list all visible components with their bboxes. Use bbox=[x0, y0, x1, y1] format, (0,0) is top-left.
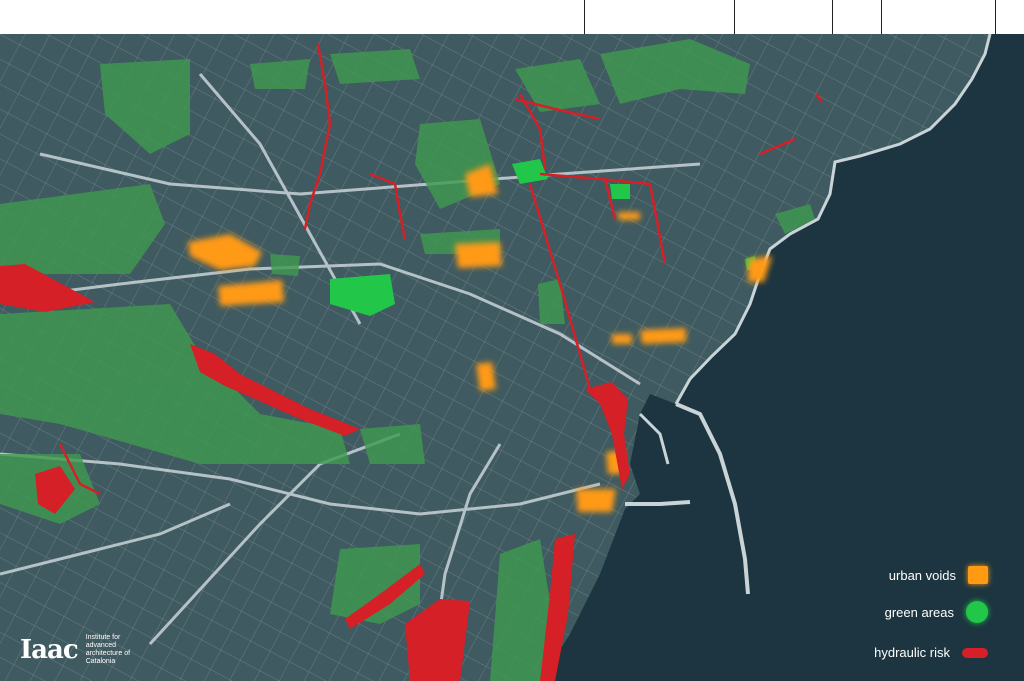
harbour-pier bbox=[625, 500, 691, 506]
map-canvas bbox=[0, 34, 1024, 681]
logo-mark: Iaac bbox=[20, 635, 79, 665]
orange-square-swatch bbox=[968, 566, 988, 584]
legend-label: hydraulic risk bbox=[874, 645, 950, 660]
legend-label: urban voids bbox=[888, 567, 956, 583]
green-area bbox=[360, 424, 425, 464]
header-divider bbox=[995, 0, 996, 34]
green-circle-swatch bbox=[966, 601, 988, 623]
urban-void bbox=[640, 328, 686, 344]
header-divider bbox=[881, 0, 882, 34]
logo-text: Institute for advanced architecture of C… bbox=[85, 634, 131, 665]
green-area bbox=[250, 59, 310, 89]
urban-void bbox=[455, 242, 502, 268]
green-area bbox=[610, 184, 630, 199]
legend-hydraulic-risk: hydraulic risk bbox=[874, 645, 988, 660]
top-header-bar bbox=[0, 0, 1024, 34]
urban-void bbox=[618, 212, 640, 220]
green-area bbox=[270, 254, 300, 276]
legend-label: green areas bbox=[884, 604, 954, 620]
urban-void bbox=[576, 489, 616, 512]
header-divider bbox=[734, 0, 735, 34]
header-divider bbox=[832, 0, 833, 34]
red-line-swatch bbox=[962, 647, 988, 658]
legend-urban-voids: urban voids bbox=[889, 566, 988, 584]
iaac-logo: Iaac Institute for advanced architecture… bbox=[20, 634, 134, 666]
header-divider bbox=[584, 0, 585, 34]
urban-void bbox=[612, 334, 632, 344]
legend-green-areas: green areas bbox=[885, 601, 988, 623]
city-map[interactable] bbox=[0, 34, 1024, 681]
green-area bbox=[330, 49, 420, 84]
